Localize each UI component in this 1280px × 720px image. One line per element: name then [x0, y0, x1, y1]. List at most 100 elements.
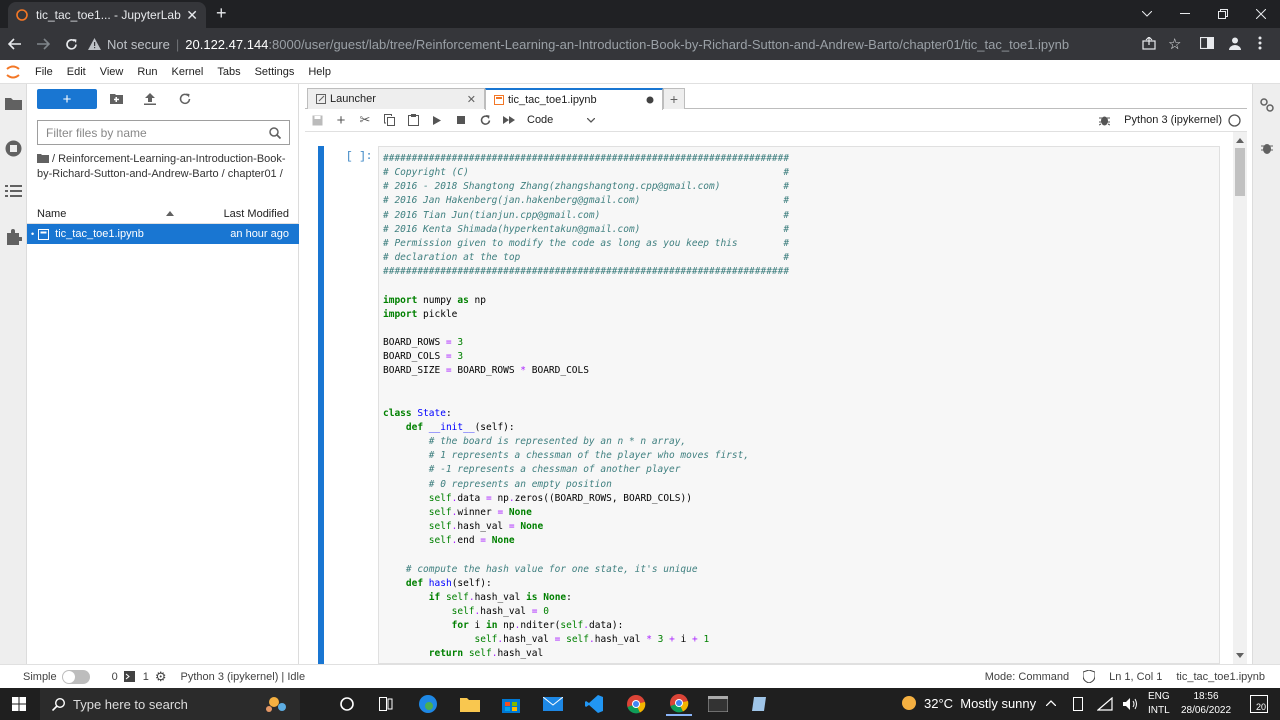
new-folder-icon[interactable]: [110, 93, 123, 104]
column-last-modified[interactable]: Last Modified: [224, 208, 289, 220]
notification-icon[interactable]: 20: [1250, 695, 1268, 713]
extension-icon[interactable]: [5, 228, 22, 245]
tab-launcher[interactable]: Launcher ✕: [307, 88, 485, 109]
copy-icon[interactable]: [377, 109, 401, 131]
refresh-icon[interactable]: [179, 93, 191, 105]
close-tab-icon[interactable]: ✕: [186, 7, 198, 24]
filter-files-input[interactable]: Filter files by name: [37, 120, 290, 145]
volume-icon[interactable]: [1123, 697, 1139, 711]
search-placeholder: Type here to search: [73, 696, 188, 712]
kernel-count[interactable]: 1: [143, 671, 149, 683]
close-window-icon[interactable]: [1242, 0, 1280, 28]
chrome-active-icon[interactable]: [666, 692, 692, 716]
launcher-icon: [316, 94, 326, 104]
terminal-app-icon[interactable]: [705, 692, 731, 716]
jupyter-logo-icon: [6, 64, 20, 80]
menu-view[interactable]: View: [93, 66, 131, 78]
bookmark-star-icon[interactable]: ☆: [1168, 35, 1181, 53]
forward-icon[interactable]: [30, 31, 56, 57]
toc-icon[interactable]: [5, 184, 22, 201]
property-inspector-icon[interactable]: [1260, 98, 1274, 112]
minimize-icon[interactable]: [1166, 0, 1204, 28]
terminal-icon: [123, 671, 135, 682]
tab-label: tic_tac_toe1.ipynb: [508, 94, 597, 106]
code-content[interactable]: ########################################…: [383, 152, 789, 662]
show-hidden-icons-chevron-icon[interactable]: [1046, 700, 1056, 706]
store-icon[interactable]: [498, 692, 524, 716]
share-icon[interactable]: [1142, 37, 1156, 50]
vscode-icon[interactable]: [581, 692, 607, 716]
wifi-icon[interactable]: [1097, 697, 1113, 711]
notebook-toolbar: + ✂ Code Python 3 (ipykernel): [305, 109, 1247, 132]
kernel-name[interactable]: Python 3 (ipykernel): [1124, 114, 1222, 126]
terminal-count[interactable]: 0: [112, 671, 118, 683]
column-name[interactable]: Name: [37, 208, 166, 220]
cortana-icon[interactable]: [334, 692, 360, 716]
cell-type-select[interactable]: Code: [527, 114, 595, 126]
debugger-panel-icon[interactable]: [1261, 141, 1273, 155]
menu-kernel[interactable]: Kernel: [165, 66, 211, 78]
menu-run[interactable]: Run: [130, 66, 164, 78]
clock[interactable]: 18:56 28/06/2022: [1178, 690, 1234, 718]
task-view-icon[interactable]: [373, 692, 399, 716]
sort-up-icon[interactable]: [165, 211, 174, 216]
close-icon[interactable]: ✕: [467, 93, 476, 106]
side-panel-icon[interactable]: [1200, 37, 1214, 49]
run-icon[interactable]: [425, 109, 449, 131]
notebook-scrollbar[interactable]: [1233, 132, 1247, 664]
restore-icon[interactable]: [1204, 0, 1242, 28]
weather-widget[interactable]: 32°C Mostly sunny: [900, 694, 1036, 712]
menu-file[interactable]: File: [28, 66, 60, 78]
taskbar-search-input[interactable]: Type here to search: [40, 688, 300, 720]
back-icon[interactable]: [2, 31, 28, 57]
running-icon[interactable]: [5, 140, 22, 157]
chrome-icon[interactable]: [623, 692, 649, 716]
new-tab-icon[interactable]: +: [216, 4, 227, 22]
unsaved-dot-icon[interactable]: [646, 96, 654, 104]
tablet-icon[interactable]: [1073, 697, 1083, 711]
cursor-position[interactable]: Ln 1, Col 1: [1109, 671, 1162, 683]
menu-dots-icon[interactable]: [1258, 36, 1262, 50]
reload-icon[interactable]: [58, 31, 84, 57]
new-tab-plus-icon[interactable]: +: [663, 88, 685, 109]
edge-icon[interactable]: [415, 692, 441, 716]
scroll-up-icon[interactable]: [1236, 138, 1244, 143]
address-bar[interactable]: Not secure | 20.122.47.144:8000/user/gue…: [88, 33, 1132, 55]
menu-help[interactable]: Help: [301, 66, 338, 78]
tab-search-icon[interactable]: [1128, 0, 1166, 28]
add-cell-icon[interactable]: +: [329, 109, 353, 131]
fast-forward-icon[interactable]: [497, 109, 521, 131]
status-bar: Simple 0 1 ⚙ Python 3 (ipykernel) | Idle…: [0, 664, 1280, 688]
profile-icon[interactable]: [1228, 36, 1242, 50]
home-folder-icon[interactable]: [37, 153, 49, 163]
mail-icon[interactable]: [540, 692, 566, 716]
restart-icon[interactable]: [473, 109, 497, 131]
code-cell-editor[interactable]: ########################################…: [378, 146, 1220, 664]
menu-tabs[interactable]: Tabs: [210, 66, 247, 78]
scroll-down-icon[interactable]: [1236, 653, 1244, 658]
kernel-status-icon: [1228, 113, 1241, 127]
language-indicator[interactable]: ENG INTL: [1148, 690, 1170, 718]
paste-icon[interactable]: [401, 109, 425, 131]
kernel-status[interactable]: Python 3 (ipykernel) | Idle: [181, 671, 306, 683]
notepad-icon[interactable]: [746, 692, 772, 716]
menu-settings[interactable]: Settings: [248, 66, 302, 78]
debugger-icon[interactable]: [1099, 114, 1111, 126]
folder-icon[interactable]: [5, 96, 22, 113]
cut-icon[interactable]: ✂: [353, 109, 377, 131]
breadcrumb-path[interactable]: / Reinforcement-Learning-an-Introduction…: [37, 153, 286, 180]
file-row[interactable]: • tic_tac_toe1.ipynb an hour ago: [27, 224, 299, 244]
breadcrumb[interactable]: / Reinforcement-Learning-an-Introduction…: [37, 152, 287, 182]
lang-secondary: INTL: [1148, 705, 1170, 716]
new-launcher-button[interactable]: +: [37, 89, 97, 109]
file-explorer-icon[interactable]: [457, 692, 483, 716]
menu-edit[interactable]: Edit: [60, 66, 93, 78]
browser-tab[interactable]: tic_tac_toe1... - JupyterLab ✕: [8, 2, 206, 28]
simple-mode-toggle[interactable]: [61, 669, 90, 684]
scroll-thumb[interactable]: [1235, 148, 1245, 196]
upload-icon[interactable]: [144, 93, 156, 105]
stop-icon[interactable]: [449, 109, 473, 131]
tab-notebook[interactable]: tic_tac_toe1.ipynb: [485, 88, 663, 110]
save-icon[interactable]: [305, 109, 329, 131]
windows-start-icon[interactable]: [12, 697, 26, 711]
